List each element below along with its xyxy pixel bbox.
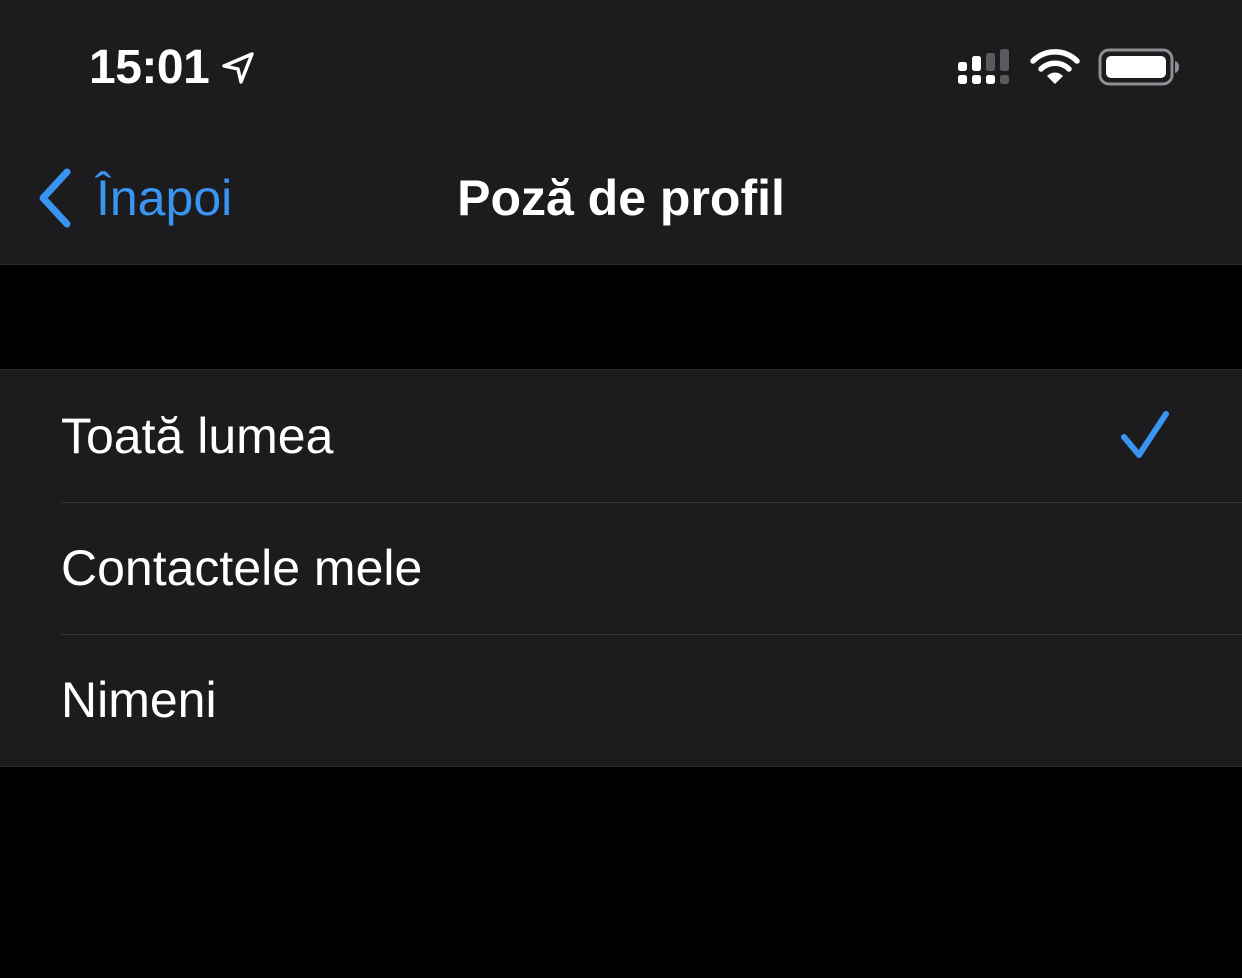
option-label: Contactele mele	[61, 540, 423, 596]
chevron-left-icon	[39, 168, 71, 228]
location-arrow-icon	[222, 52, 254, 84]
checkmark-icon	[1121, 411, 1169, 458]
back-button-label: Înapoi	[96, 170, 233, 226]
status-time: 15:01	[89, 41, 210, 94]
option-my-contacts[interactable]: Contactele mele	[0, 502, 1242, 634]
option-label: Nimeni	[61, 672, 217, 728]
cellular-signal-icon	[958, 49, 1009, 84]
wifi-icon	[1030, 49, 1080, 84]
top-bar: 15:01 Poză de profil Înapoi	[0, 0, 1242, 265]
option-everyone[interactable]: Toată lumea	[0, 370, 1242, 502]
options-list: Toată lumea Contactele mele Nimeni	[0, 369, 1242, 767]
battery-icon	[1098, 48, 1179, 86]
option-nobody[interactable]: Nimeni	[0, 634, 1242, 766]
option-label: Toată lumea	[61, 408, 334, 464]
back-button[interactable]: Înapoi	[34, 160, 232, 236]
